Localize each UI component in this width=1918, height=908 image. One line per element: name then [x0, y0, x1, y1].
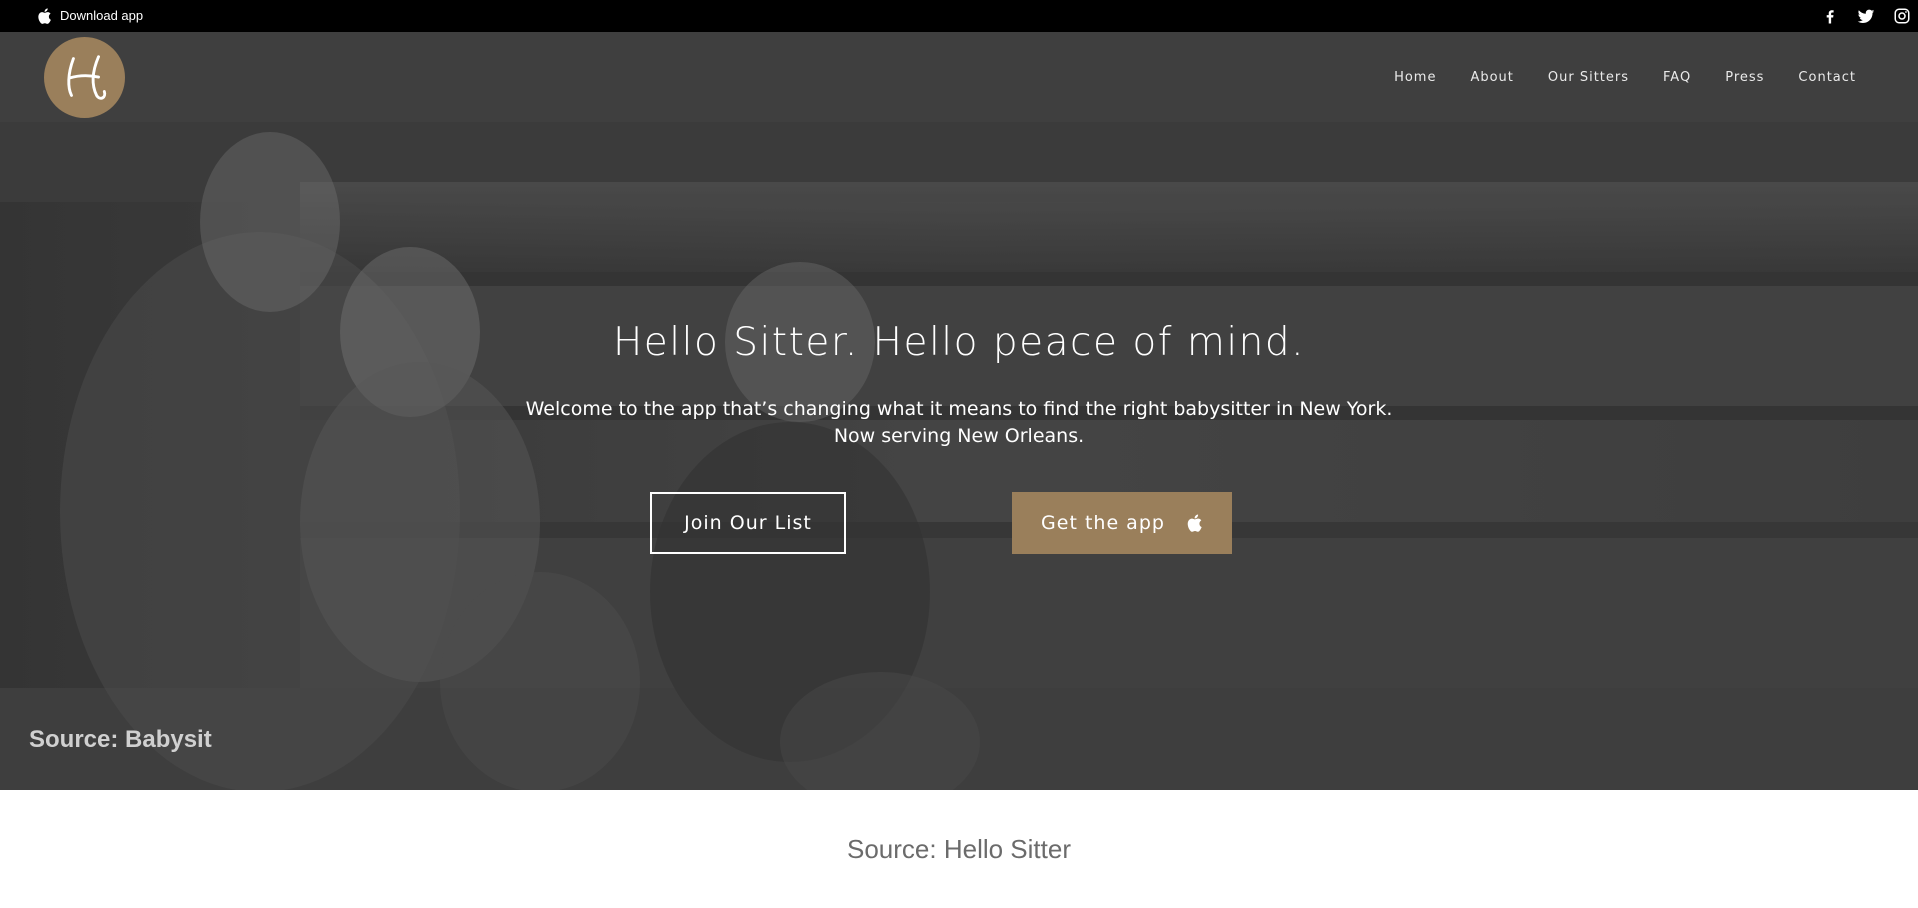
apple-icon [36, 7, 52, 25]
instagram-icon[interactable] [1892, 6, 1912, 26]
hero-subtitle: Welcome to the app that’s changing what … [0, 396, 1918, 450]
nav-home[interactable]: Home [1394, 70, 1436, 85]
hero-dark-overlay [0, 122, 1918, 790]
get-the-app-button[interactable]: Get the app [1012, 492, 1232, 554]
hero-title: Hello Sitter. Hello peace of mind. [612, 320, 1306, 365]
page-source-caption: Source: Hello Sitter [847, 834, 1071, 864]
apple-icon [1185, 513, 1203, 533]
top-bar: Download app [0, 0, 1918, 32]
facebook-icon[interactable] [1820, 6, 1840, 26]
nav-about[interactable]: About [1470, 70, 1513, 85]
hero-image-source-credit: Source: Babysit [29, 726, 212, 753]
primary-nav: Home About Our Sitters FAQ Press Contact [1360, 32, 1856, 122]
nav-press[interactable]: Press [1725, 70, 1764, 85]
hero-subtitle-line-1: Welcome to the app that’s changing what … [525, 398, 1393, 420]
twitter-icon[interactable] [1856, 6, 1876, 26]
hero-subtitle-line-2: Now serving New Orleans. [833, 425, 1085, 447]
join-our-list-button[interactable]: Join Our List [650, 492, 846, 554]
nav-faq[interactable]: FAQ [1663, 70, 1691, 85]
hello-sitter-logo[interactable] [44, 37, 125, 118]
download-app-label: Download app [60, 8, 144, 23]
hero-section: Hello Sitter. Hello peace of mind. Welco… [0, 122, 1918, 790]
nav-our-sitters[interactable]: Our Sitters [1548, 70, 1629, 85]
download-app-link[interactable]: Download app [36, 6, 143, 26]
join-our-list-label: Join Our List [684, 512, 812, 534]
social-links [1804, 0, 1918, 32]
get-the-app-label: Get the app [1041, 512, 1165, 534]
nav-contact[interactable]: Contact [1798, 70, 1856, 85]
main-navbar: Home About Our Sitters FAQ Press Contact [0, 32, 1918, 122]
